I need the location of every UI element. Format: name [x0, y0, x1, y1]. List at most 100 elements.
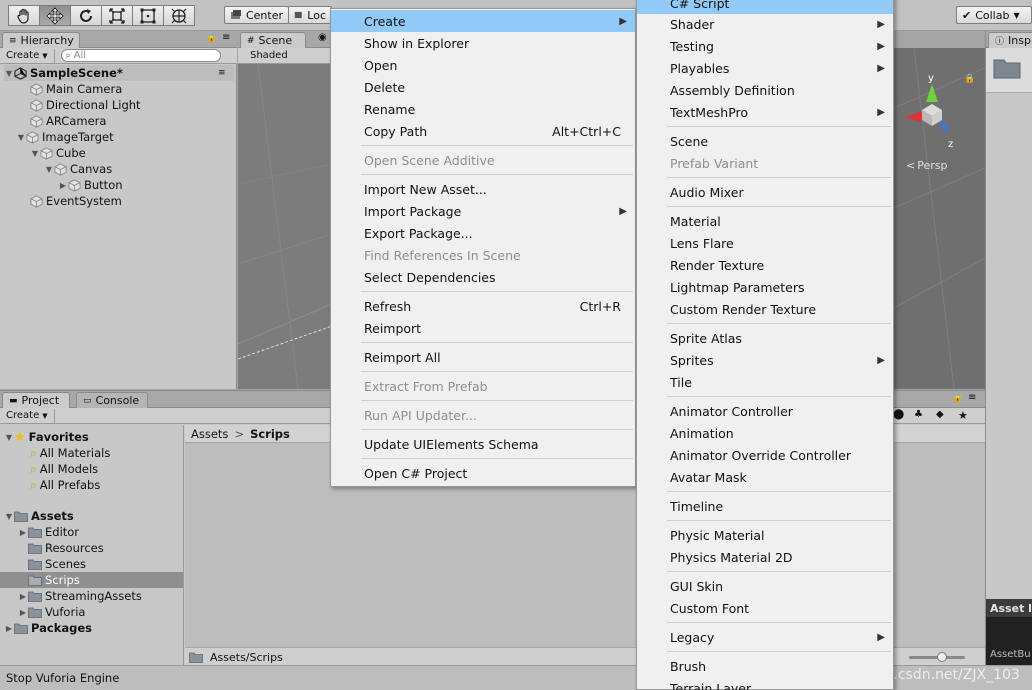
asset-folder-row[interactable]: Scenes: [18, 556, 86, 572]
hierarchy-item[interactable]: Main Camera: [20, 81, 122, 97]
star-favorite-icon[interactable]: ★: [958, 409, 968, 422]
submenu-item-tile[interactable]: Tile: [637, 371, 893, 393]
project-create-dropdown[interactable]: Create ▼: [0, 408, 55, 423]
submenu-item-custom-font[interactable]: Custom Font: [637, 597, 893, 619]
hierarchy-search-input[interactable]: ⌕ All: [60, 49, 221, 62]
projection-toggle[interactable]: < Persp: [906, 159, 947, 172]
menu-item-delete[interactable]: Delete: [331, 76, 635, 98]
move-tool-button[interactable]: [39, 5, 71, 26]
submenu-item-legacy[interactable]: Legacy ▶: [637, 626, 893, 648]
submenu-item-physics-material-2d[interactable]: Physics Material 2D: [637, 546, 893, 568]
submenu-item-brush[interactable]: Brush: [637, 655, 893, 677]
menu-item-import-new-asset[interactable]: Import New Asset...: [331, 178, 635, 200]
favorite-item[interactable]: ⌕ All Prefabs: [30, 477, 100, 493]
expand-triangle-icon[interactable]: ▼: [4, 69, 14, 78]
collapse-triangle-icon[interactable]: ▶: [4, 624, 14, 633]
breadcrumb-current[interactable]: Scrips: [250, 427, 290, 441]
hierarchy-item[interactable]: ▼ Canvas: [44, 161, 112, 177]
menu-item-export-package[interactable]: Export Package...: [331, 222, 635, 244]
submenu-item-textmeshpro[interactable]: TextMeshPro ▶: [637, 101, 893, 123]
scale-tool-button[interactable]: [101, 5, 133, 26]
collab-dropdown[interactable]: ✔ Collab ▼: [956, 6, 1032, 24]
collapse-triangle-icon[interactable]: ▶: [18, 608, 28, 617]
menu-item-open[interactable]: Open: [331, 54, 635, 76]
submenu-item-scene[interactable]: Scene: [637, 130, 893, 152]
hierarchy-item[interactable]: ▼ ImageTarget: [16, 129, 114, 145]
submenu-item-custom-render-texture[interactable]: Custom Render Texture: [637, 298, 893, 320]
submenu-item-sprite-atlas[interactable]: Sprite Atlas: [637, 327, 893, 349]
submenu-item-animator-override-controller[interactable]: Animator Override Controller: [637, 444, 893, 466]
expand-triangle-icon[interactable]: ▼: [4, 512, 14, 521]
lock-icon[interactable]: 🔒: [952, 393, 963, 403]
collapse-triangle-icon[interactable]: ▶: [58, 181, 68, 190]
submenu-item-timeline[interactable]: Timeline: [637, 495, 893, 517]
submenu-item-assembly-definition[interactable]: Assembly Definition: [637, 79, 893, 101]
tab-project[interactable]: ▬ Project: [2, 392, 70, 408]
expand-triangle-icon[interactable]: ▼: [44, 165, 54, 174]
submenu-item-lightmap-parameters[interactable]: Lightmap Parameters: [637, 276, 893, 298]
expand-triangle-icon[interactable]: ▼: [4, 433, 14, 442]
submenu-item-audio-mixer[interactable]: Audio Mixer: [637, 181, 893, 203]
menu-item-select-dependencies[interactable]: Select Dependencies: [331, 266, 635, 288]
panel-menu-icon[interactable]: ≡: [968, 392, 976, 403]
hierarchy-create-dropdown[interactable]: Create ▼: [0, 48, 55, 63]
menu-item-refresh[interactable]: Refresh Ctrl+R: [331, 295, 635, 317]
pivot-center-toggle[interactable]: Center: [224, 6, 289, 24]
hierarchy-item[interactable]: Directional Light: [20, 97, 141, 113]
submenu-item-render-texture[interactable]: Render Texture: [637, 254, 893, 276]
tab-console[interactable]: ▭ Console: [76, 392, 148, 408]
asset-folder-row-selected[interactable]: Scrips: [18, 572, 80, 588]
asset-folder-row[interactable]: ▶ Editor: [18, 524, 79, 540]
scene-menu-icon[interactable]: ≡: [218, 68, 226, 78]
tab-hierarchy[interactable]: ≡ Hierarchy: [2, 32, 80, 48]
hand-tool-button[interactable]: [8, 5, 40, 26]
expand-triangle-icon[interactable]: ▼: [30, 149, 40, 158]
rect-tool-button[interactable]: [132, 5, 164, 26]
asset-folder-row[interactable]: ▶ Vuforia: [18, 604, 86, 620]
submenu-item-csharp-script[interactable]: C# Script: [637, 0, 893, 14]
scene-view-left[interactable]: # Scene ◉ Shaded: [238, 31, 332, 389]
zoom-slider-handle[interactable]: [937, 652, 947, 662]
menu-item-rename[interactable]: Rename: [331, 98, 635, 120]
asset-folder-row[interactable]: Resources: [18, 540, 104, 556]
submenu-item-material[interactable]: Material: [637, 210, 893, 232]
menu-item-open-csharp-project[interactable]: Open C# Project: [331, 462, 635, 484]
transform-combo-tool-button[interactable]: [163, 5, 195, 26]
favorites-row[interactable]: ▼ ★ Favorites: [4, 429, 89, 445]
breadcrumb-root[interactable]: Assets: [191, 427, 228, 441]
asset-folder-row[interactable]: ▶ StreamingAssets: [18, 588, 142, 604]
submenu-item-testing[interactable]: Testing ▶: [637, 35, 893, 57]
hierarchy-item[interactable]: EventSystem: [20, 193, 122, 209]
submenu-item-animation[interactable]: Animation: [637, 422, 893, 444]
menu-item-create[interactable]: Create ▶: [331, 10, 635, 32]
collapse-triangle-icon[interactable]: ▶: [18, 592, 28, 601]
search-by-label-icon[interactable]: ♣: [914, 409, 923, 420]
menu-item-reimport[interactable]: Reimport: [331, 317, 635, 339]
game-tab-icon[interactable]: ◉: [318, 32, 327, 43]
packages-root-row[interactable]: ▶ Packages: [4, 620, 92, 636]
tag-icon[interactable]: ◆: [936, 409, 944, 420]
favorite-item[interactable]: ⌕ All Models: [30, 461, 98, 477]
menu-item-copy-path[interactable]: Copy Path Alt+Ctrl+C: [331, 120, 635, 142]
submenu-item-animator-controller[interactable]: Animator Controller: [637, 400, 893, 422]
submenu-item-lens-flare[interactable]: Lens Flare: [637, 232, 893, 254]
hierarchy-item[interactable]: ▶ Button: [58, 177, 123, 193]
scene-root-row[interactable]: ▼ SampleScene* ≡: [4, 65, 234, 81]
menu-item-update-uielements-schema[interactable]: Update UIElements Schema: [331, 433, 635, 455]
scene-shading-dropdown[interactable]: Shaded: [238, 48, 332, 64]
collapse-triangle-icon[interactable]: ▶: [18, 528, 28, 537]
orientation-gizmo[interactable]: y z: [898, 72, 962, 152]
menu-item-import-package[interactable]: Import Package ▶: [331, 200, 635, 222]
pivot-local-toggle[interactable]: Loc: [288, 6, 332, 24]
assets-root-row[interactable]: ▼ Assets: [4, 508, 74, 524]
favorite-item[interactable]: ⌕ All Materials: [30, 445, 110, 461]
search-by-type-icon[interactable]: ⬤: [893, 409, 904, 420]
lock-icon[interactable]: 🔒: [206, 33, 217, 43]
submenu-item-avatar-mask[interactable]: Avatar Mask: [637, 466, 893, 488]
asset-bundle-field[interactable]: AssetBu: [986, 617, 1032, 665]
rotate-tool-button[interactable]: [70, 5, 102, 26]
menu-item-reimport-all[interactable]: Reimport All: [331, 346, 635, 368]
submenu-item-shader[interactable]: Shader ▶: [637, 13, 893, 35]
tab-scene[interactable]: # Scene: [240, 32, 306, 48]
panel-menu-icon[interactable]: ≡: [222, 32, 230, 43]
